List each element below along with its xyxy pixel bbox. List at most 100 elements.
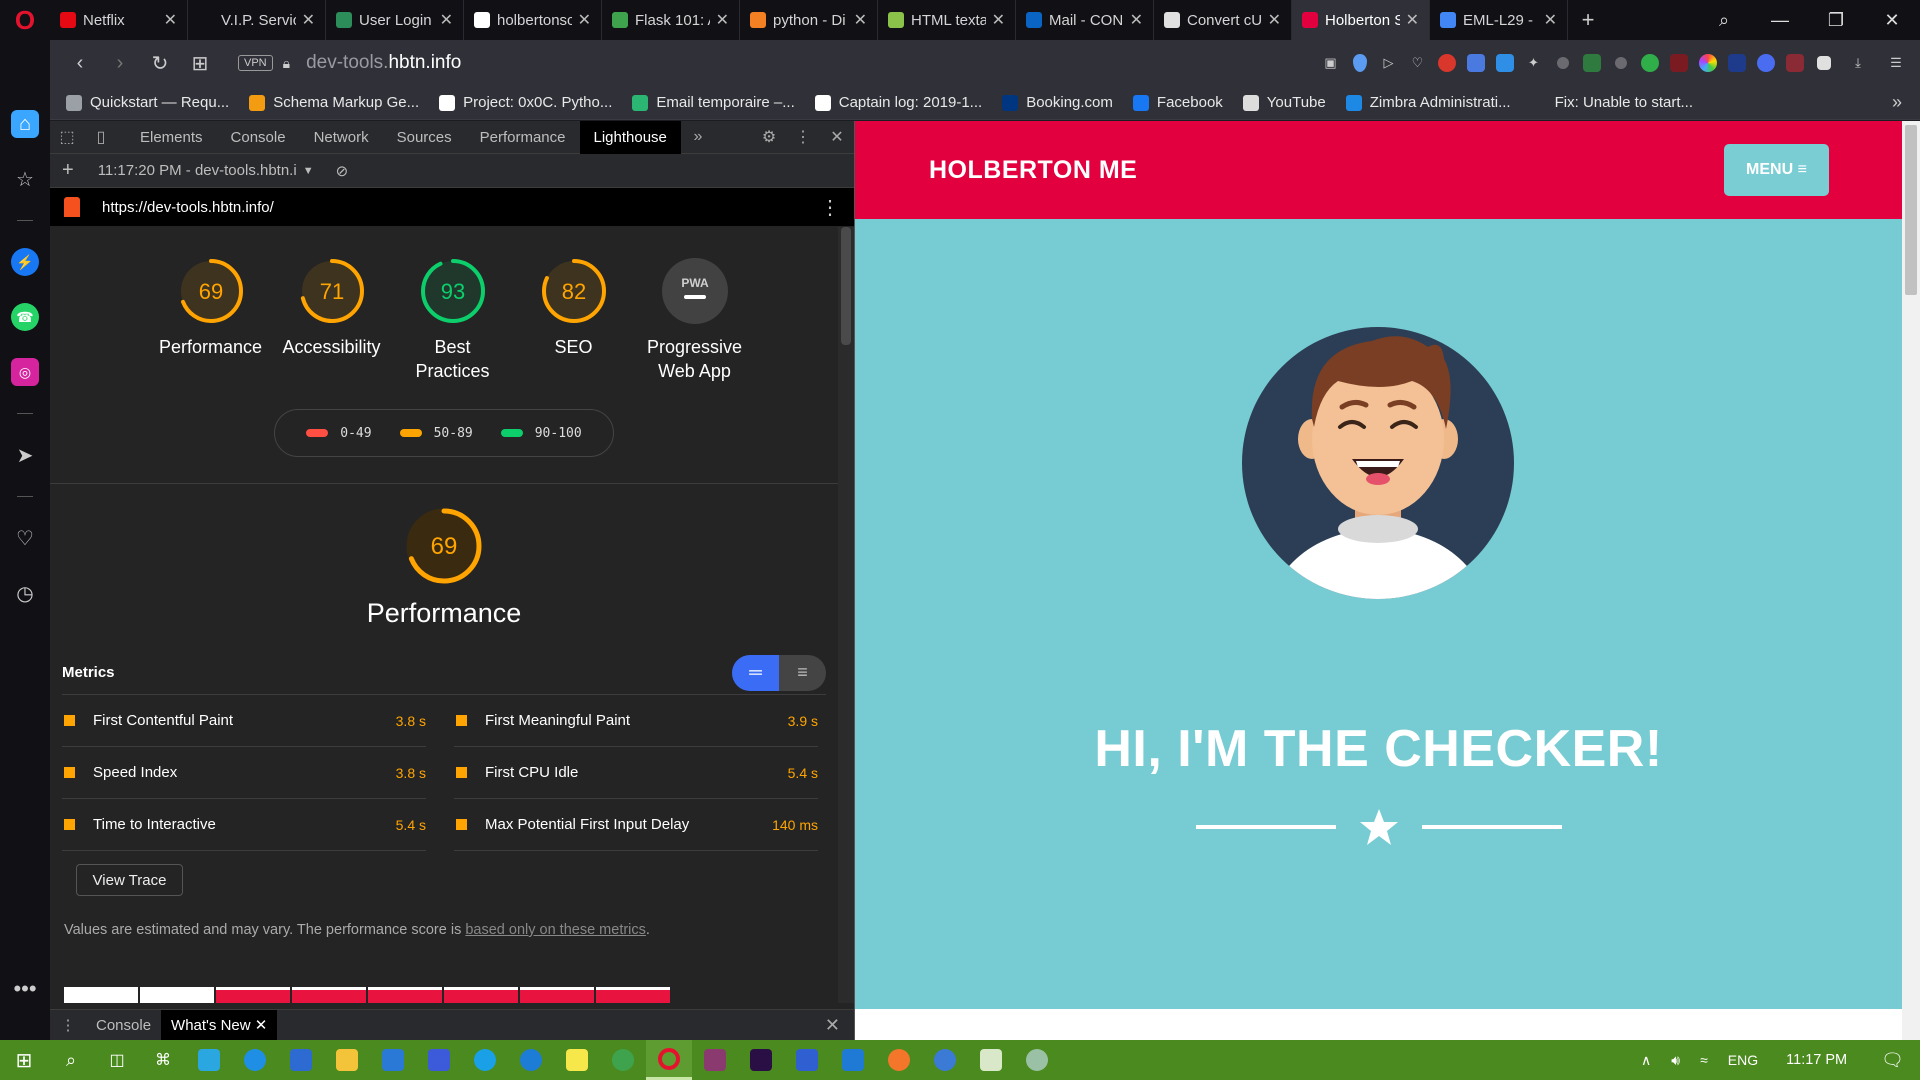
sidebar-more-icon[interactable]: •••: [13, 976, 36, 1002]
browser-tab[interactable]: Convert cU ✕: [1154, 0, 1292, 40]
browser-tab[interactable]: Mail - CON ✕: [1016, 0, 1154, 40]
speed-dial-icon[interactable]: ⊞: [180, 51, 220, 76]
devtools-tab-network[interactable]: Network: [300, 121, 383, 154]
browser-tab[interactable]: User Login | ✕: [326, 0, 464, 40]
devtools-tab-sources[interactable]: Sources: [383, 121, 466, 154]
shield-icon[interactable]: [1345, 53, 1374, 73]
blue-circle-icon[interactable]: [1751, 53, 1780, 73]
bookmark-item[interactable]: Facebook: [1132, 94, 1223, 111]
vscode-icon[interactable]: [830, 1040, 876, 1080]
site-brand[interactable]: HOLBERTON ME: [929, 156, 1137, 185]
page-scrollbar-thumb[interactable]: [1905, 125, 1917, 295]
cube-icon[interactable]: [1577, 53, 1606, 73]
app-icon[interactable]: [416, 1040, 462, 1080]
devtools-tab-performance[interactable]: Performance: [466, 121, 580, 154]
box-icon[interactable]: [1809, 53, 1838, 73]
close-tab-icon[interactable]: ✕: [1406, 10, 1419, 30]
adblock-plus-icon[interactable]: [1432, 53, 1461, 73]
edge-icon[interactable]: [232, 1040, 278, 1080]
kebab-menu-icon[interactable]: ⋮: [786, 127, 820, 147]
task-view-icon[interactable]: ◫: [94, 1040, 140, 1080]
search-icon[interactable]: ⌕: [48, 1040, 94, 1080]
c-app-icon[interactable]: [186, 1040, 232, 1080]
devtools-tab-lighthouse[interactable]: Lighthouse: [579, 120, 681, 154]
devtools-tab-console[interactable]: Console: [217, 121, 300, 154]
sticky-notes-icon[interactable]: [554, 1040, 600, 1080]
browser-tab[interactable]: EML-L29 - (✕: [1430, 0, 1568, 40]
close-tab-icon[interactable]: ✕: [716, 10, 729, 30]
wifi-icon[interactable]: ≈: [1700, 1052, 1708, 1068]
whatsapp-icon[interactable]: ☎: [11, 303, 39, 331]
inspect-element-icon[interactable]: ⬚: [50, 127, 84, 147]
menu-button[interactable]: MENU ≡: [1724, 144, 1829, 196]
tree-icon[interactable]: [1606, 53, 1635, 73]
clock[interactable]: 11:17 PM: [1786, 1052, 1847, 1068]
score-gauge[interactable]: PWA Progressive Web App: [634, 257, 755, 383]
favorite-heart-icon[interactable]: ♡: [1403, 53, 1432, 73]
flow-send-icon[interactable]: ▷: [1374, 53, 1403, 73]
bookmark-item[interactable]: YouTube: [1242, 94, 1326, 111]
bookmark-item[interactable]: Booking.com: [1002, 94, 1113, 111]
devtools-tab-elements[interactable]: Elements: [126, 121, 217, 154]
notifications-icon[interactable]: 🗨︎: [1881, 1050, 1904, 1071]
more-tabs-icon[interactable]: »: [681, 128, 715, 146]
firefox-icon[interactable]: [876, 1040, 922, 1080]
instagram-icon[interactable]: ◎: [11, 358, 39, 386]
report-selector[interactable]: 11:17:20 PM - dev-tools.hbtn.i: [98, 162, 297, 179]
excel-icon[interactable]: [968, 1040, 1014, 1080]
puzzle-icon[interactable]: ✦: [1519, 53, 1548, 73]
gmail-checker-icon[interactable]: [1780, 53, 1809, 73]
clear-reports-icon[interactable]: ⊘: [336, 162, 349, 180]
opera-logo-icon[interactable]: O: [0, 0, 50, 40]
close-tab-icon[interactable]: ✕: [992, 10, 1005, 30]
new-report-icon[interactable]: +: [62, 159, 74, 182]
new-extension-icon[interactable]: [1490, 53, 1519, 73]
close-tab-icon[interactable]: ✕: [1130, 10, 1143, 30]
score-gauge[interactable]: 71 Accessibility: [271, 257, 392, 383]
extension-icon[interactable]: [1548, 53, 1577, 73]
paint-icon[interactable]: [1014, 1040, 1060, 1080]
score-gauge[interactable]: 93 Best Practices: [392, 257, 513, 383]
close-devtools-icon[interactable]: ✕: [820, 127, 854, 147]
drawer-tab-whats-new[interactable]: What's New ✕: [161, 1009, 278, 1041]
compact-view-icon[interactable]: ═: [732, 654, 779, 691]
messenger-icon[interactable]: ⚡: [11, 248, 39, 276]
minimize-button[interactable]: —: [1752, 10, 1808, 31]
winrar-icon[interactable]: [692, 1040, 738, 1080]
close-tab-icon[interactable]: ✕: [854, 10, 867, 30]
performance-gauge[interactable]: 69: [404, 506, 484, 586]
reload-icon[interactable]: ↻: [140, 51, 180, 76]
browser-tab[interactable]: Holberton S ✕: [1292, 0, 1430, 40]
vpn-badge[interactable]: VPN: [238, 55, 273, 71]
send-icon[interactable]: ➤: [11, 441, 39, 469]
drawer-menu-icon[interactable]: ⋮: [50, 1016, 86, 1034]
store-icon[interactable]: [278, 1040, 324, 1080]
translate-icon[interactable]: [1461, 53, 1490, 73]
grid-extension-icon[interactable]: [1722, 53, 1751, 73]
browser-tab[interactable]: python - Di ✕: [740, 0, 878, 40]
new-tab-button[interactable]: +: [1568, 7, 1608, 33]
browser-tab[interactable]: Netflix ✕: [50, 0, 188, 40]
page-scrollbar[interactable]: [1902, 121, 1920, 1040]
browser-tab[interactable]: Flask 101: A ✕: [602, 0, 740, 40]
color-picker-icon[interactable]: [1693, 53, 1722, 73]
bookmark-item[interactable]: Zimbra Administrati...: [1345, 94, 1511, 111]
skype-business-icon[interactable]: [508, 1040, 554, 1080]
recycle-icon[interactable]: [1635, 53, 1664, 73]
browser-tab[interactable]: holbertonsc ✕: [464, 0, 602, 40]
metrics-link[interactable]: based only on these metrics: [465, 922, 646, 938]
snapshot-icon[interactable]: ▣: [1316, 53, 1345, 73]
premiere-icon[interactable]: [738, 1040, 784, 1080]
chevron-down-icon[interactable]: ▼: [303, 165, 314, 177]
lock-icon[interactable]: 🔒︎: [283, 55, 290, 72]
settings-gear-icon[interactable]: ⚙: [752, 127, 786, 147]
volume-icon[interactable]: 🔊︎: [1671, 1052, 1680, 1069]
close-tab-icon[interactable]: ✕: [164, 10, 177, 30]
easy-setup-icon[interactable]: ☰: [1878, 53, 1914, 73]
bookmark-item[interactable]: Project: 0x0C. Pytho...: [439, 94, 612, 111]
close-tab-icon[interactable]: ✕: [1268, 10, 1281, 30]
download-icon[interactable]: ⤓: [1838, 53, 1878, 73]
bookmark-item[interactable]: Quickstart — Requ...: [66, 94, 229, 111]
close-tab-icon[interactable]: ✕: [1544, 10, 1557, 30]
close-drawer-icon[interactable]: ✕: [825, 1015, 840, 1036]
